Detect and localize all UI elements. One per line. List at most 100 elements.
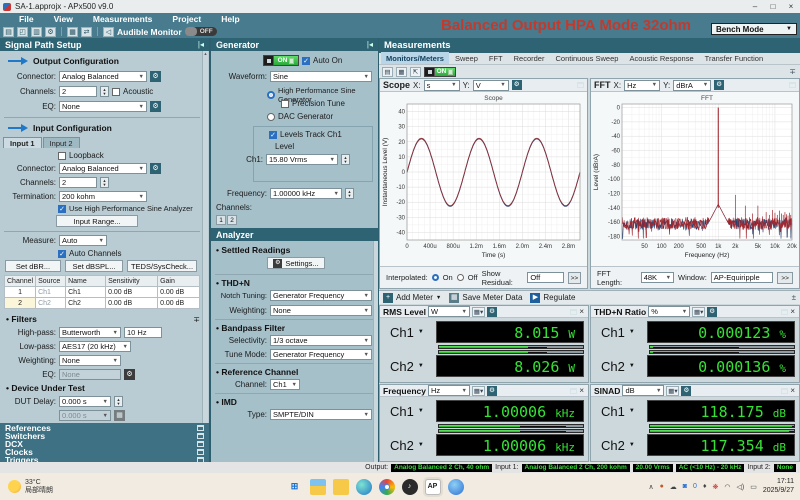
meter-unit-select[interactable]: dB▼ [622, 385, 664, 396]
channel-selector[interactable]: Ch1 ▼ [384, 404, 436, 419]
measure-select[interactable]: Auto▼ [59, 235, 107, 246]
loopback-checkbox[interactable] [58, 152, 66, 160]
battery-icon[interactable]: ▭ [750, 483, 757, 491]
dock-icon[interactable]: |◂ [198, 40, 204, 49]
menu-view[interactable]: View [45, 14, 82, 24]
low-pass-select[interactable]: AES17 (20 kHz)▼ [59, 341, 131, 352]
hp-analyzer-checkbox[interactable]: ✓ [58, 205, 66, 213]
termination-select[interactable]: 200 kohm▼ [59, 191, 147, 202]
channel-selector[interactable]: Ch2 ▼ [384, 438, 436, 453]
export-icon[interactable]: ⇱ [410, 67, 421, 77]
fft-more-button[interactable]: >> [777, 272, 793, 284]
meter-popout-icon[interactable] [781, 309, 788, 315]
meter-unit-select[interactable]: W▼ [428, 306, 470, 317]
save-icon[interactable]: ▤ [382, 67, 393, 77]
grid-icon[interactable]: ▦ [396, 67, 407, 77]
signal-route-icon[interactable]: ⇄ [81, 27, 92, 37]
pin-icon[interactable]: ± [792, 293, 796, 302]
output-connector-select[interactable]: Analog Balanced▼ [59, 71, 147, 82]
tray-cloud-icon[interactable]: ☁ [670, 483, 677, 491]
meter-settings-icon[interactable]: ⚙ [487, 307, 497, 317]
report-icon[interactable]: ▥ [31, 27, 42, 37]
meter-unit-select[interactable]: Hz▼ [428, 385, 470, 396]
selectivity-select[interactable]: 1/3 octave▼ [270, 335, 372, 346]
output-eq-settings-icon[interactable]: ⚙ [150, 101, 161, 112]
output-eq-select[interactable]: None▼ [59, 101, 147, 112]
analyzer-scrollbar[interactable] [373, 241, 378, 462]
scope-popout-icon[interactable] [577, 82, 584, 88]
hidden-icons-chevron[interactable]: ∧ [648, 483, 653, 491]
menu-project[interactable]: Project [163, 14, 210, 24]
chrome-icon[interactable] [379, 479, 395, 495]
tab-sweep[interactable]: Sweep [450, 52, 483, 64]
meter-close-icon[interactable]: × [790, 307, 795, 316]
filters-pin-icon[interactable]: ∓ [193, 315, 200, 324]
channel-selector[interactable]: Ch1 ▼ [384, 325, 436, 340]
generator-header[interactable]: Generator|◂ [211, 38, 378, 51]
auto-channels-checkbox[interactable]: ✓ [58, 250, 66, 258]
set-dbr-button[interactable]: Set dBR... [5, 260, 61, 272]
monitors-on-toggle[interactable]: ON [424, 67, 456, 77]
pin-icon[interactable]: ∓ [789, 67, 796, 76]
ref-channel-select[interactable]: Ch1▼ [270, 379, 300, 390]
meter-popout-icon[interactable] [570, 309, 577, 315]
precision-tune-checkbox[interactable] [281, 100, 289, 108]
tab-transfer-function[interactable]: Transfer Function [700, 52, 769, 64]
tray-app-icon[interactable]: ● [660, 483, 664, 490]
dac-generator-radio[interactable] [267, 113, 275, 121]
teds-syscheck-button[interactable]: TEDS/SysCheck... [127, 260, 197, 272]
meter-view-icon[interactable]: ▦ [67, 27, 78, 37]
weather-widget[interactable]: 33°C局部晴朗 [0, 479, 150, 495]
input-channels-input[interactable]: 2 [59, 177, 97, 188]
filters-eq-settings-icon[interactable]: ⚙ [124, 369, 135, 380]
imd-type-select[interactable]: SMPTE/DIN▼ [270, 409, 372, 420]
tab-input-2[interactable]: Input 2 [43, 137, 80, 148]
volume-icon[interactable]: ◁) [737, 483, 745, 491]
output-channels-spinner[interactable]: ▲▼ [100, 86, 109, 97]
tune-mode-select[interactable]: Generator Frequency▼ [270, 349, 372, 360]
fft-settings-icon[interactable]: ⚙ [714, 80, 724, 90]
regulate-button[interactable]: ▶Regulate [530, 293, 575, 303]
acoustic-checkbox[interactable] [112, 88, 120, 96]
output-connector-settings-icon[interactable]: ⚙ [150, 71, 161, 82]
fft-y-select[interactable]: dBrA▼ [673, 80, 711, 91]
weighting-select[interactable]: None▼ [59, 355, 121, 366]
menu-measurements[interactable]: Measurements [84, 14, 162, 24]
tab-fft[interactable]: FFT [484, 52, 508, 64]
meter-close-icon[interactable]: × [579, 307, 584, 316]
left-panel-scrollbar[interactable]: ▲ [202, 51, 208, 423]
tab-monitors-meters[interactable]: Monitors/Meters [381, 52, 449, 64]
folder-icon[interactable] [333, 479, 349, 495]
menu-help[interactable]: Help [212, 14, 248, 24]
set-dbspl-button[interactable]: Set dBSPL... [65, 260, 123, 272]
channel-row-1[interactable]: 1 Ch1 Ch1 0.00 dB 0.00 dB [5, 287, 200, 298]
new-project-icon[interactable]: ▤ [3, 27, 14, 37]
gen-channel-1-button[interactable]: 1 [216, 215, 226, 225]
fft-popout-icon[interactable] [789, 82, 796, 88]
tab-input-1[interactable]: Input 1 [3, 137, 42, 148]
open-project-icon[interactable]: ◰ [17, 27, 28, 37]
file-explorer-icon[interactable] [310, 479, 326, 495]
apx500-taskbar-icon[interactable]: AP [425, 479, 441, 495]
output-channels-input[interactable]: 2 [59, 86, 97, 97]
edge-icon[interactable] [356, 479, 372, 495]
maximize-button[interactable]: □ [764, 1, 782, 13]
scope-x-select[interactable]: s▼ [424, 80, 460, 91]
auto-on-checkbox[interactable]: ✓ [302, 57, 310, 65]
bench-mode-button[interactable]: Bench Mode▼ [711, 23, 797, 35]
tab-recorder[interactable]: Recorder [509, 52, 550, 64]
settings-icon[interactable]: ⚙ [45, 27, 56, 37]
analyzer-weighting-select[interactable]: None▼ [270, 305, 372, 316]
meter-minmax-icon[interactable]: ▦▾ [692, 307, 705, 317]
input-connector-select[interactable]: Analog Balanced▼ [59, 163, 147, 174]
minimize-button[interactable]: – [746, 1, 764, 13]
show-residual-select[interactable]: Off [527, 272, 563, 283]
meter-settings-icon[interactable]: ⚙ [681, 386, 691, 396]
tray-browser-icon[interactable]: ❋ [713, 483, 719, 491]
meter-close-icon[interactable]: × [790, 386, 795, 395]
meter-settings-icon[interactable]: ⚙ [487, 386, 497, 396]
scope-settings-icon[interactable]: ⚙ [512, 80, 522, 90]
high-pass-select[interactable]: Butterworth▼ [59, 327, 121, 338]
add-meter-button[interactable]: +Add Meter▼ [383, 293, 441, 303]
channel-selector[interactable]: Ch1 ▼ [595, 404, 647, 419]
